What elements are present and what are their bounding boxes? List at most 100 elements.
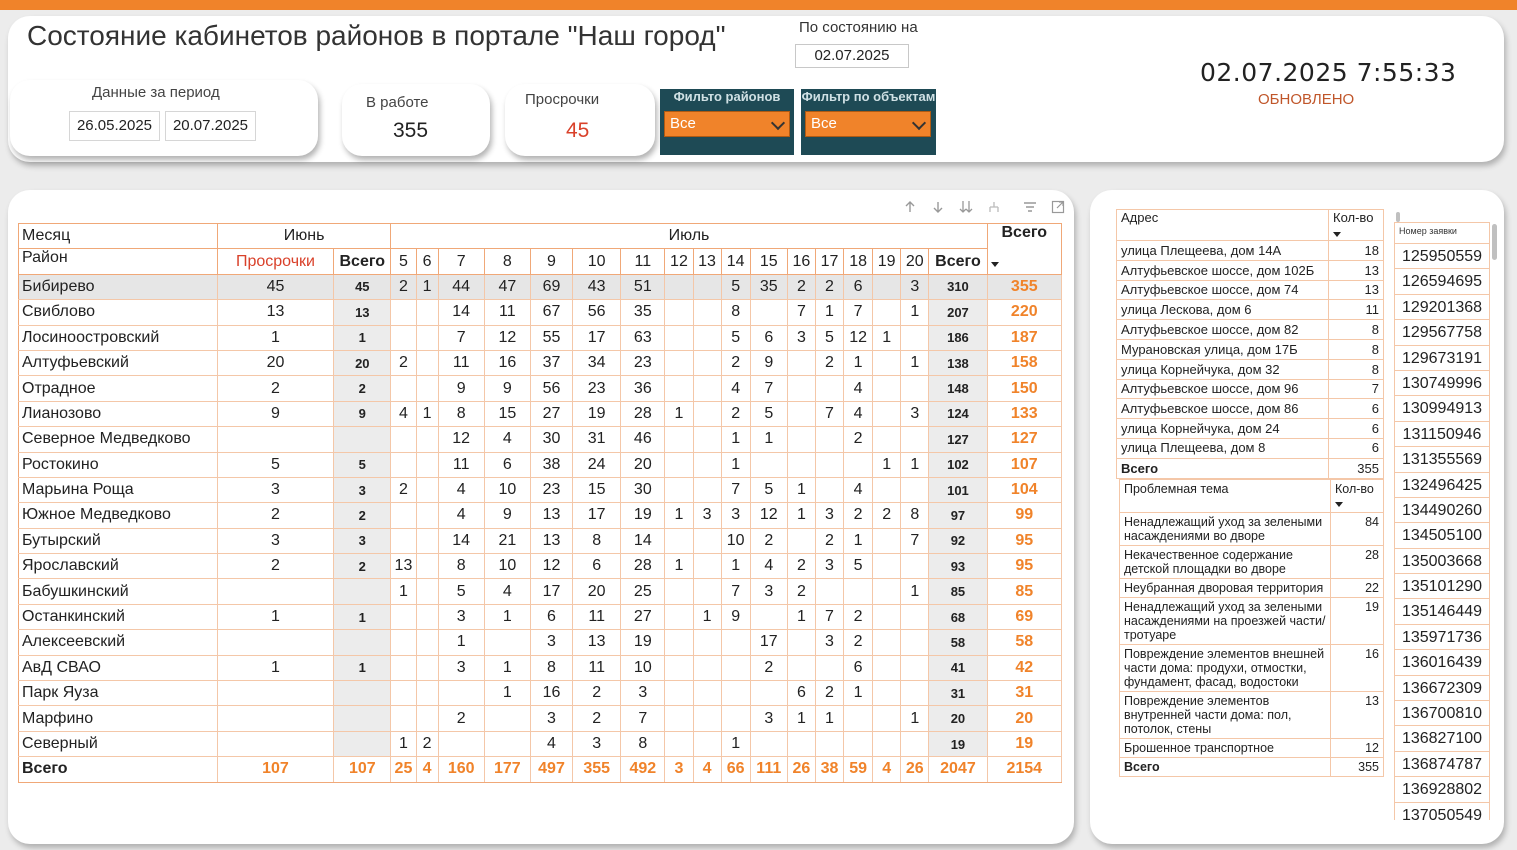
chevron-down-icon [770,115,786,131]
request-list-scrollbar[interactable] [1492,224,1497,260]
in-work-label: В работе [366,94,429,111]
request-number-item[interactable]: 135146449 [1394,599,1490,625]
filter-icon[interactable] [1022,200,1038,216]
address-row[interactable]: Алтуфьевское шоссе, дом 74 13 [1116,279,1384,301]
request-number-item[interactable]: 125950559 [1394,244,1490,270]
topic-row[interactable]: Некачественное содержание детской площад… [1119,545,1384,579]
request-number-item[interactable]: 136700810 [1394,701,1490,727]
request-number-list[interactable]: Номер заявки 125950559 126594695 129201368… [1394,222,1490,820]
request-number-item[interactable]: 129673191 [1394,345,1490,371]
district-row[interactable]: Свиблово 13 13 14 11 67 56 35 8 7 1 7 1 207 220 [18,299,1063,326]
district-row[interactable]: Алтуфьевский 20 20 2 11 16 37 34 23 2 9 2 1 1 138 158 [18,349,1063,377]
request-number-item[interactable]: 136874787 [1394,751,1490,778]
june-overdue-cell [216,426,335,453]
request-number-item[interactable]: 126594695 [1394,269,1490,295]
district-row[interactable]: Марьина Роща 3 3 2 4 10 23 15 30 7 5 1 4 101 104 [18,476,1063,504]
topic-row[interactable]: Повреждение элементов внешней части дома… [1119,644,1384,692]
district-row[interactable]: Лосиноостровский 1 1 7 12 55 17 63 5 6 3 5 12 1 186 187 [18,324,1063,351]
day-cell: 44 [437,273,485,301]
request-number-item[interactable]: 130749996 [1394,370,1490,397]
address-row[interactable]: Мурановская улица, дом 17Б 8 [1116,338,1384,360]
request-number-item[interactable]: 129201368 [1394,294,1490,321]
request-number-item[interactable]: 130994913 [1394,396,1490,422]
request-number-item[interactable]: 134490260 [1394,497,1490,524]
district-row[interactable]: Ярославский 2 2 13 8 10 12 6 28 1 1 4 2 3 5 93 95 [18,553,1063,580]
district-row[interactable]: Ростокино 5 5 11 6 38 24 20 1 1 1 102 107 [18,451,1063,478]
district-row[interactable]: Южное Медведково 2 2 4 9 13 17 19 1 3 3 12 1 3 2 2 8 97 99 [18,502,1063,529]
day-cell [786,730,816,758]
district-row[interactable]: Парк Яуза 1 16 2 3 6 2 1 31 31 [18,680,1063,707]
topic-row[interactable]: Повреждение элементов внутренней части д… [1119,691,1384,739]
request-number-item[interactable]: 136827100 [1394,726,1490,752]
district-select[interactable]: Все [664,111,790,137]
address-count-header[interactable]: Кол-во [1328,209,1384,241]
total-row[interactable]: Всего 107 107 25 4 160 177 497 355 492 3 4 66 111 26 38… [18,756,1063,783]
address-row[interactable]: Алтуфьевское шоссе, дом 86 6 [1116,398,1384,420]
july-header: Июль [390,222,988,250]
period-from-field[interactable]: 26.05.2025 [69,111,160,141]
district-row[interactable]: Северный 1 2 4 3 8 1 19 19 [18,730,1063,758]
drill-icon[interactable] [986,200,1002,216]
day-cell [843,705,874,732]
topic-count-header[interactable]: Кол-во [1330,479,1384,513]
request-number-item[interactable]: 132496425 [1394,472,1490,498]
request-number-item[interactable]: 136016439 [1394,650,1490,676]
june-overdue-cell [216,680,335,707]
district-row[interactable]: Лианозово 9 9 4 1 8 15 27 19 28 1 2 5 7 4 3 124 133 [18,400,1063,428]
topic-row[interactable]: Брошенное транспортное 12 [1119,738,1384,758]
period-to-field[interactable]: 20.07.2025 [165,111,256,141]
address-row[interactable]: улица Корнейчука, дом 32 8 [1116,358,1384,380]
address-header[interactable]: Адрес [1116,209,1329,241]
request-number-item[interactable]: 129567758 [1394,320,1490,346]
district-row[interactable]: АвД СВАО 1 1 3 1 8 11 10 2 6 41 42 [18,654,1063,682]
day-cell [843,578,874,605]
address-row[interactable]: Алтуфьевское шоссе, дом 102Б 13 [1116,259,1384,281]
request-number-item[interactable]: 134505100 [1394,523,1490,549]
arrow-down-icon[interactable] [930,200,946,216]
day-cell: 36 [620,375,666,402]
district-row[interactable]: Отрадное 2 2 9 9 56 23 36 4 7 4 148 150 [18,375,1063,402]
address-row[interactable]: Алтуфьевское шоссе, дом 82 8 [1116,319,1384,340]
address-row[interactable]: Алтуфьевское шоссе, дом 96 7 [1116,378,1384,400]
request-number-item[interactable]: 135003668 [1394,548,1490,575]
day-cell: 1 [437,629,485,656]
address-row[interactable]: улица Лескова, дом 6 11 [1116,299,1384,321]
topic-row[interactable]: Неубранная дворовая территория 22 [1119,578,1384,598]
day-cell: 10 [720,527,751,555]
district-row[interactable]: Алексеевский 1 3 13 19 17 3 2 58 58 [18,629,1063,656]
arrow-up-icon[interactable] [902,200,918,216]
topic-row[interactable]: Ненадлежащий уход за зелеными насаждения… [1119,512,1384,546]
district-row[interactable]: Бибирево 45 45 2 1 44 47 69 43 51 5 35 2 2 6 3 310 355 [18,273,1063,301]
address-row[interactable]: улица Плещеева, дом 14А 18 [1116,240,1384,261]
request-number-item[interactable]: 131150946 [1394,421,1490,448]
day-cell [720,680,751,707]
day-cell [390,324,417,351]
object-select[interactable]: Все [805,111,931,137]
july-total-cell: 138 [928,349,988,377]
grand-total-cell: 355 [986,273,1063,301]
request-number-item[interactable]: 135971736 [1394,624,1490,651]
request-number-header[interactable]: Номер заявки [1394,222,1490,244]
address-row[interactable]: улица Корнейчука, дом 24 6 [1116,418,1384,439]
request-number-item[interactable]: 136672309 [1394,675,1490,702]
request-number-item[interactable]: 137050549 [1394,802,1490,820]
focus-mode-icon[interactable] [1050,200,1066,216]
day-cell [692,730,722,758]
topic-header[interactable]: Проблемная тема [1119,479,1331,513]
district-row[interactable]: Бабушкинский 1 5 4 17 20 25 7 3 2 1 85 85 [18,578,1063,605]
day-cell [900,603,930,631]
district-row[interactable]: Бутырский 3 3 14 21 13 8 14 10 2 2 1 7 92 95 [18,527,1063,555]
grand-total-header[interactable]: Всего [986,223,1063,275]
topic-row[interactable]: Ненадлежащий уход за зелеными насаждения… [1119,597,1384,645]
expand-all-icon[interactable] [958,200,974,216]
request-list-hscroll[interactable] [1396,212,1400,222]
request-number-item[interactable]: 136928802 [1394,777,1490,803]
district-row[interactable]: Марфино 2 3 2 7 3 1 1 1 20 20 [18,705,1063,732]
day-cell: 3 [529,629,574,656]
request-number-item[interactable]: 131355569 [1394,447,1490,473]
asof-date-field[interactable]: 02.07.2025 [795,44,909,68]
address-row[interactable]: улица Плещеева, дом 86 [1116,437,1384,459]
request-number-item[interactable]: 135101290 [1394,574,1490,600]
district-row[interactable]: Останкинский 1 1 3 1 6 11 27 1 9 1 7 2 68 69 [18,603,1063,631]
district-row[interactable]: Северное Медведково 12 4 30 31 46 1 1 2 127 127 [18,426,1063,453]
